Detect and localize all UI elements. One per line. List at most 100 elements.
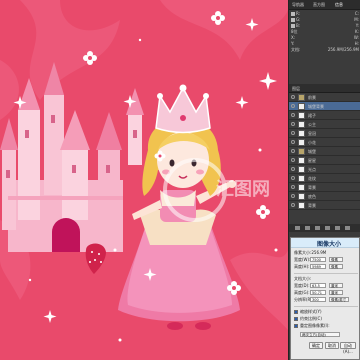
layer-thumbnail	[298, 130, 305, 137]
layer-thumbnail	[298, 166, 305, 173]
eye-icon[interactable]	[291, 176, 295, 180]
layers-footer	[289, 224, 360, 232]
layer-thumbnail	[298, 112, 305, 119]
height-row: 高度(H):	[294, 264, 310, 269]
layer-thumbnail	[298, 157, 305, 164]
eye-icon[interactable]	[291, 140, 295, 144]
scale-styles-checkbox[interactable]	[294, 310, 298, 314]
width-row: 宽度(W):	[294, 257, 311, 262]
layer-name: 皇冠	[308, 131, 316, 136]
pixel-dims-row: 像素大小:256.9M	[294, 250, 327, 255]
doc-height-row: 高度(G):	[294, 290, 310, 295]
layers-panel: 图层 前景 城堡背景 裙子 公主 皇冠 小花 城堡 星星 光点 花纹 背景 底色 背景	[289, 84, 360, 234]
info-panel: R: C: G: M: B: Y: 8位 K: X: W: Y: H: 文档: 256.9M/…	[291, 11, 359, 73]
trash-icon[interactable]	[345, 226, 350, 230]
resample-checkbox[interactable]	[294, 324, 298, 328]
layer-name: 星星	[308, 158, 316, 163]
layer-name: 背景	[308, 185, 316, 190]
layer-row[interactable]: 星星	[289, 156, 360, 165]
layer-name: 公主	[308, 122, 316, 127]
resample-label: 重定图像像素(I):	[300, 323, 330, 328]
layer-row[interactable]: 裙子	[289, 111, 360, 120]
layer-row[interactable]: 花纹	[289, 174, 360, 183]
layer-name: 花纹	[308, 176, 316, 181]
layer-row[interactable]: 皇冠	[289, 129, 360, 138]
layer-row[interactable]: 小花	[289, 138, 360, 147]
layer-thumbnail	[298, 193, 305, 200]
width-input[interactable]: 7500	[310, 257, 326, 262]
doc-height-unit-select[interactable]: 厘米	[329, 290, 343, 295]
ok-button[interactable]: 确定	[309, 342, 323, 349]
width-unit-select[interactable]: 像素	[329, 257, 343, 262]
doc-height-input[interactable]: 50.71	[310, 290, 326, 295]
layer-row[interactable]: 公主	[289, 120, 360, 129]
layer-name: 前景	[308, 95, 316, 100]
link-layers-icon[interactable]	[295, 226, 300, 230]
mask-icon[interactable]	[315, 226, 320, 230]
eye-icon[interactable]	[291, 131, 295, 135]
eye-icon[interactable]	[291, 113, 295, 117]
divider	[294, 273, 358, 274]
layer-name: 城堡	[308, 149, 316, 154]
layer-row[interactable]: 城堡	[289, 147, 360, 156]
resolution-input[interactable]: 300	[310, 297, 326, 302]
layer-thumbnail	[298, 175, 305, 182]
layer-name: 小花	[308, 140, 316, 145]
watermark-text: 汇图网	[216, 179, 270, 200]
eye-icon[interactable]	[291, 167, 295, 171]
eye-icon[interactable]	[291, 122, 295, 126]
doc-width-row: 宽度(D):	[294, 283, 310, 288]
eye-icon[interactable]	[291, 158, 295, 162]
dialog-title: 图像大小	[317, 241, 342, 248]
panel-tab-bar: 导航器 直方图 信息	[289, 0, 360, 10]
layer-name: 城堡背景	[308, 104, 324, 109]
layer-thumbnail	[298, 94, 305, 101]
layer-thumbnail	[298, 139, 305, 146]
layer-name: 裙子	[308, 113, 316, 118]
layers-header: 图层	[289, 84, 360, 93]
constrain-proportions-checkbox[interactable]	[294, 317, 298, 321]
tab-info[interactable]: 信息	[335, 2, 343, 8]
layer-thumbnail	[298, 184, 305, 191]
layer-thumbnail	[298, 103, 305, 110]
eye-icon[interactable]	[291, 104, 295, 108]
height-input[interactable]: 5989	[310, 264, 326, 269]
canvas-artwork[interactable]: 汇图网	[0, 0, 288, 360]
layer-thumbnail	[298, 121, 305, 128]
auto-button[interactable]: 自动(A)...	[340, 342, 356, 354]
layer-row[interactable]: 底色	[289, 192, 360, 201]
layer-row[interactable]: 光点	[289, 165, 360, 174]
folder-icon[interactable]	[325, 226, 330, 230]
resample-method-select[interactable]: 两次立方(自动)	[300, 332, 340, 337]
doc-size-label: 文档大小:	[294, 276, 312, 281]
eye-icon[interactable]	[291, 95, 295, 99]
layer-row[interactable]: 背景	[289, 201, 360, 210]
layer-row[interactable]: 城堡背景	[289, 102, 360, 111]
constrain-proportions-label: 约束比例(C)	[300, 316, 322, 321]
tab-histogram[interactable]: 直方图	[313, 2, 325, 8]
eye-icon[interactable]	[291, 203, 295, 207]
divider	[294, 306, 358, 307]
layer-name: 背景	[308, 203, 316, 208]
layer-name: 光点	[308, 167, 316, 172]
cancel-button[interactable]: 取消	[325, 342, 339, 349]
doc-width-unit-select[interactable]: 厘米	[329, 283, 343, 288]
eye-icon[interactable]	[291, 194, 295, 198]
doc-size-row: 文档: 256.9M/256.9M	[291, 47, 359, 52]
layer-name: 底色	[308, 194, 316, 199]
layer-row[interactable]: 前景	[289, 93, 360, 102]
princess-illustration: 汇图网	[0, 0, 288, 360]
dialog-title-bar: 图像大小	[291, 238, 359, 248]
layer-row[interactable]: 背景	[289, 183, 360, 192]
eye-icon[interactable]	[291, 149, 295, 153]
eye-icon[interactable]	[291, 185, 295, 189]
layer-thumbnail	[298, 202, 305, 209]
tab-navigator[interactable]: 导航器	[292, 2, 304, 8]
scale-styles-label: 缩放样式(Y)	[300, 309, 322, 314]
new-layer-icon[interactable]	[335, 226, 340, 230]
layer-list: 前景 城堡背景 裙子 公主 皇冠 小花 城堡 星星 光点 花纹 背景 底色 背景	[289, 93, 360, 210]
doc-width-input[interactable]: 63.5	[310, 283, 326, 288]
fx-icon[interactable]	[305, 226, 310, 230]
height-unit-select[interactable]: 像素	[329, 264, 343, 269]
resolution-unit-select[interactable]: 像素/英寸	[329, 297, 349, 302]
